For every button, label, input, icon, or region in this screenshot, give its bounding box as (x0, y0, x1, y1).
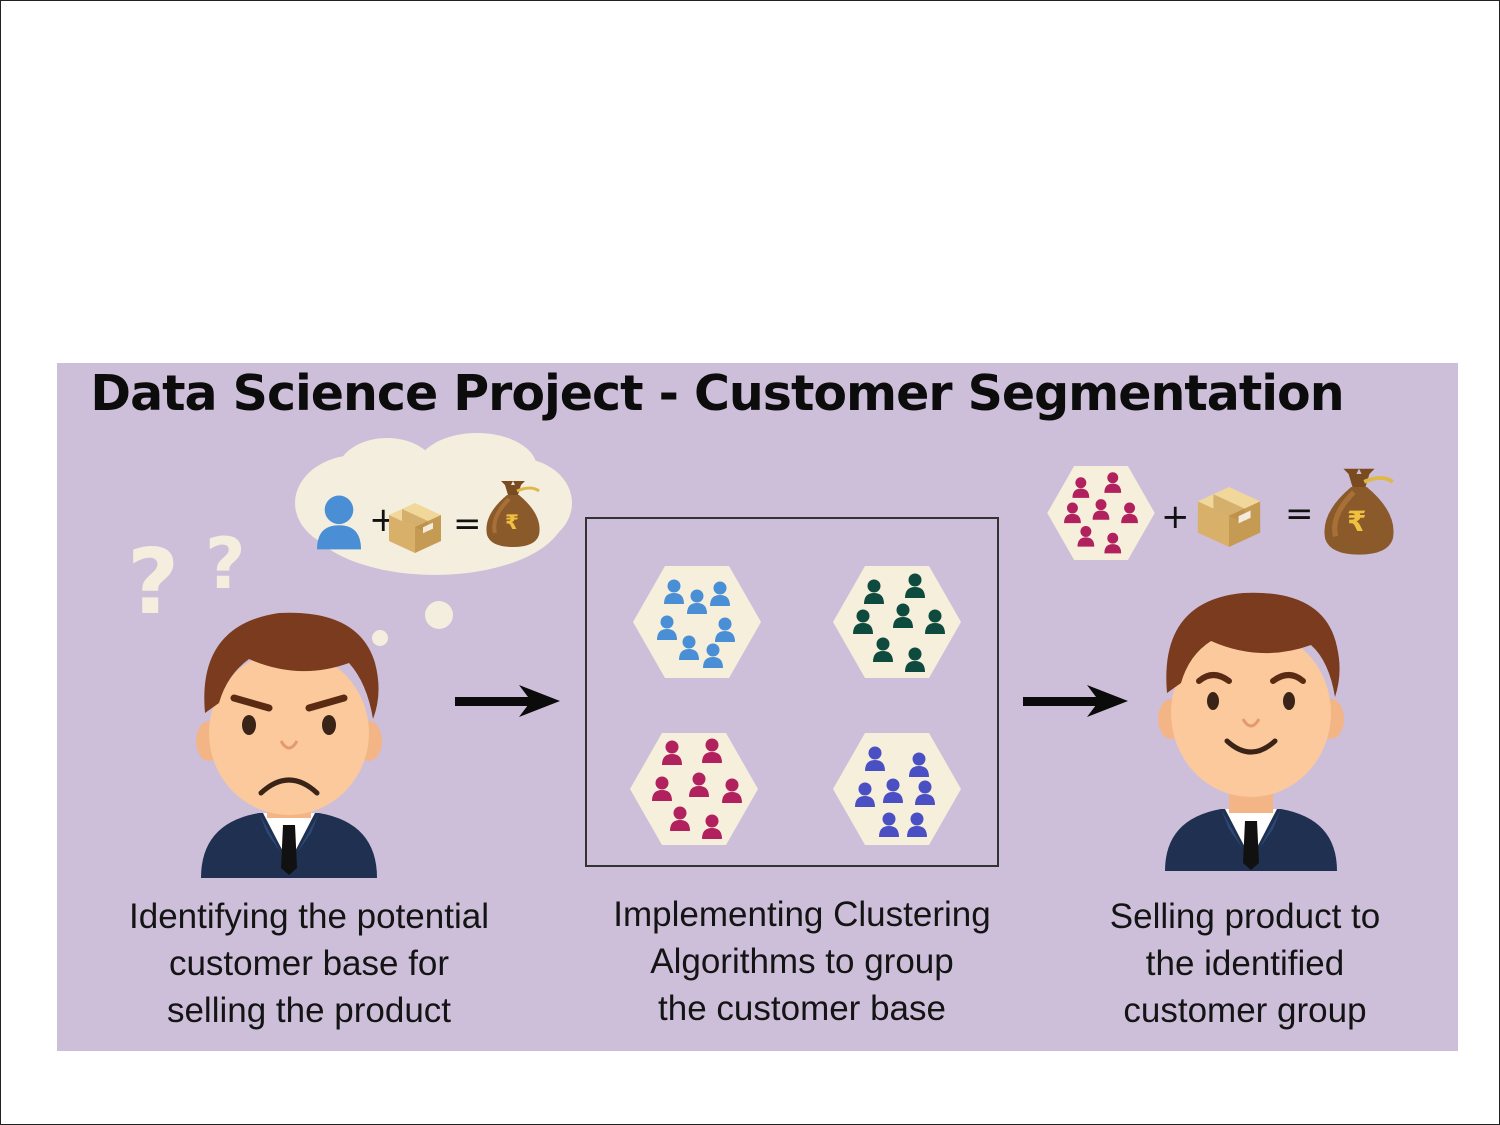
caption-line: Selling product to (1109, 897, 1381, 936)
caption-line: Algorithms to group (650, 942, 954, 981)
caption-line: Identifying the potential (129, 897, 489, 936)
caption-line: Implementing Clustering (613, 895, 991, 934)
cloud-rupee-symbol: ₹ (505, 510, 519, 534)
rupee-symbol: ₹ (1347, 505, 1366, 538)
cluster-hexagon-indigo (833, 733, 961, 845)
cluster-hexagon-magenta (630, 733, 758, 845)
step-3-caption: Selling product to the identified custom… (1015, 893, 1458, 1034)
infographic-panel: + = ₹ ? ? + = ₹ Data Science Project - C… (57, 363, 1458, 1051)
step-2-caption: Implementing Clustering Algorithms to gr… (572, 891, 1032, 1032)
caption-line: the identified (1145, 944, 1345, 983)
cloud-equals-sign: = (453, 504, 482, 544)
caption-line: selling the product (166, 991, 452, 1030)
target-group-hexagon-icon (1047, 465, 1155, 561)
plus-sign: + (1161, 497, 1190, 537)
equals-sign: = (1285, 494, 1314, 534)
package-box-icon (1197, 487, 1261, 547)
cluster-hexagon-blue (633, 566, 761, 678)
step-1-caption: Identifying the potential customer base … (79, 893, 539, 1034)
right-arrow-icon (455, 685, 560, 717)
slide-frame: + = ₹ ? ? + = ₹ Data Science Project - C… (0, 0, 1500, 1125)
worried-businessman-icon (196, 612, 382, 878)
question-mark-small-icon: ? (205, 523, 246, 605)
happy-businessman-icon (1158, 592, 1344, 871)
cluster-hexagon-teal (833, 566, 961, 678)
caption-line: the customer base (658, 989, 946, 1028)
caption-line: customer group (1123, 991, 1367, 1030)
caption-line: customer base for (168, 944, 450, 983)
right-arrow-icon (1023, 685, 1128, 717)
page-title: Data Science Project - Customer Segmenta… (90, 365, 1344, 422)
question-mark-icon: ? (127, 530, 179, 635)
